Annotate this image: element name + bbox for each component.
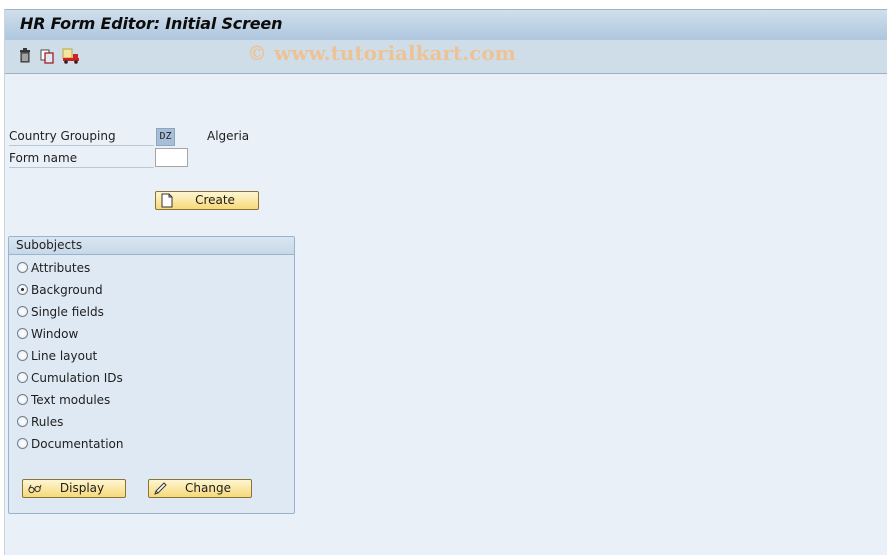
country-grouping-label: Country Grouping xyxy=(9,127,154,146)
page-title: HR Form Editor: Initial Screen xyxy=(20,14,283,33)
radio-label: Line layout xyxy=(31,349,98,363)
radio-button[interactable] xyxy=(17,350,28,361)
change-button-label: Change xyxy=(185,481,231,495)
radio-label: Window xyxy=(31,327,79,341)
radio-label: Attributes xyxy=(31,261,91,275)
form-name-input[interactable] xyxy=(155,148,188,167)
watermark-text: © www.tutorialkart.com xyxy=(247,41,516,65)
country-grouping-field[interactable]: DZ xyxy=(156,128,175,146)
radio-button[interactable] xyxy=(17,438,28,449)
country-grouping-description: Algeria xyxy=(207,129,250,143)
radio-button[interactable] xyxy=(17,262,28,273)
application-toolbar: © www.tutorialkart.com xyxy=(5,40,887,74)
glasses-icon xyxy=(27,481,43,496)
radio-button-selected[interactable] xyxy=(17,284,28,295)
radio-button[interactable] xyxy=(17,328,28,339)
copy-icon[interactable] xyxy=(39,47,57,65)
radio-label: Rules xyxy=(31,415,64,429)
radio-button[interactable] xyxy=(17,394,28,405)
pencil-icon xyxy=(153,481,167,496)
radio-label: Cumulation IDs xyxy=(31,371,123,385)
sap-window: HR Form Editor: Initial Screen © www.tut… xyxy=(4,9,887,555)
create-button-label: Create xyxy=(195,193,235,207)
radio-label: Documentation xyxy=(31,437,124,451)
create-button[interactable]: Create xyxy=(155,191,259,210)
subobjects-groupbox: Subobjects Attributes Background Single … xyxy=(8,236,295,514)
change-button[interactable]: Change xyxy=(148,479,252,498)
form-name-label: Form name xyxy=(9,149,154,168)
radio-label: Single fields xyxy=(31,305,104,319)
display-button[interactable]: Display xyxy=(22,479,126,498)
delete-icon[interactable] xyxy=(16,47,34,65)
radio-label: Text modules xyxy=(31,393,111,407)
transport-icon[interactable] xyxy=(61,47,83,65)
subobjects-header: Subobjects xyxy=(9,237,294,255)
radio-button[interactable] xyxy=(17,416,28,427)
new-document-icon xyxy=(160,193,174,208)
radio-button[interactable] xyxy=(17,372,28,383)
title-bar: HR Form Editor: Initial Screen xyxy=(5,9,887,40)
radio-label: Background xyxy=(31,283,103,297)
radio-button[interactable] xyxy=(17,306,28,317)
display-button-label: Display xyxy=(59,481,105,495)
subobjects-title: Subobjects xyxy=(16,238,83,252)
